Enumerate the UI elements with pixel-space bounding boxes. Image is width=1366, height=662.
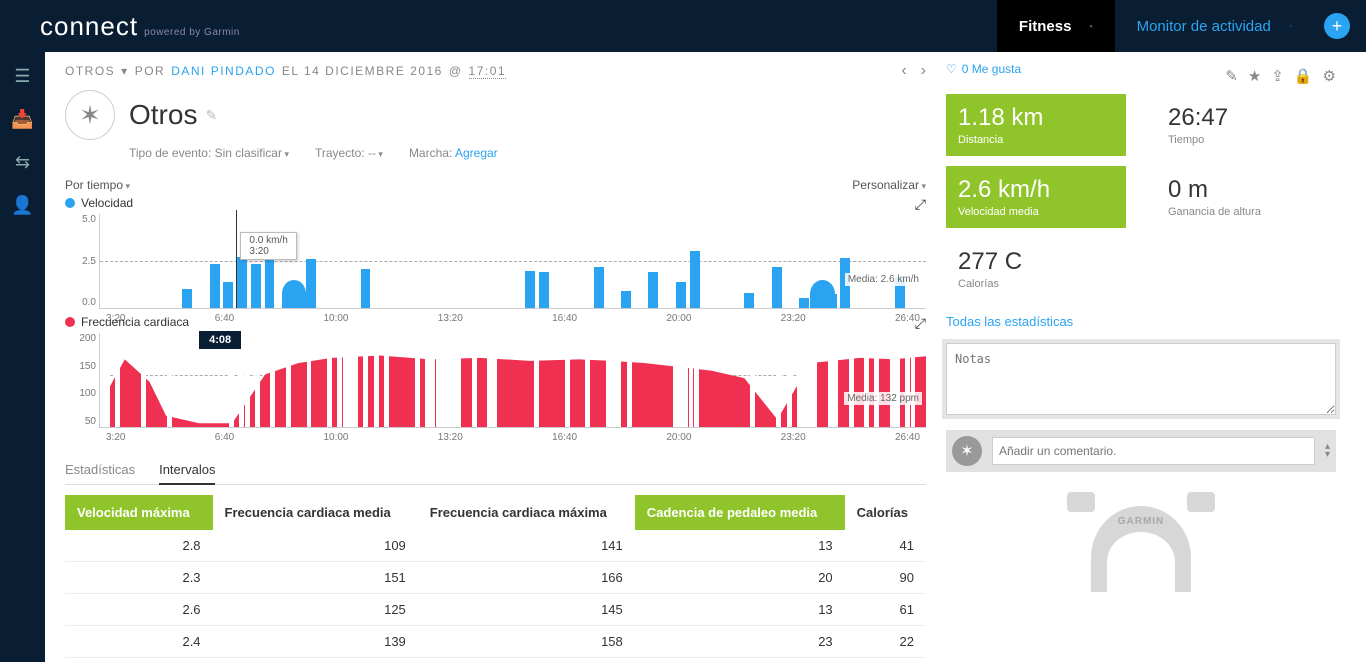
detail-tabs: Estadísticas Intervalos <box>65 456 926 485</box>
favorite-icon[interactable]: ★ <box>1248 67 1261 85</box>
activity-meta: Tipo de evento: Sin clasificar Trayecto:… <box>129 146 926 160</box>
left-rail: ☰ 📥 ⇆ 👤 <box>0 52 45 662</box>
plus-icon: + <box>1332 16 1343 37</box>
tab-fitness-label: Fitness <box>1019 18 1072 35</box>
speed-mean-label: Media: 2.6 km/h <box>845 273 922 286</box>
hr-legend-dot <box>65 317 75 327</box>
table-row: 2.61251451361 <box>65 594 926 626</box>
notes-textarea[interactable] <box>946 343 1336 415</box>
summary-stats: 1.18 km Distancia 26:47 Tiempo 2.6 km/h … <box>946 94 1336 300</box>
table-row: 2.41391582322 <box>65 626 926 658</box>
avatar-icon: ✶ <box>952 436 982 466</box>
comment-stepper[interactable]: ▴▾ <box>1325 443 1330 459</box>
col-4[interactable]: Calorías <box>845 495 926 530</box>
tab-fitness[interactable]: Fitness• <box>997 0 1115 52</box>
add-button[interactable]: + <box>1324 13 1350 39</box>
intervals-table: Velocidad máximaFrecuencia cardiaca medi… <box>65 495 926 658</box>
hr-time-tooltip: 4:08 <box>199 331 241 349</box>
edit-title-icon[interactable]: ✎ <box>205 107 217 124</box>
bc-time: 17:01 <box>469 64 507 79</box>
speed-bars <box>100 214 926 308</box>
event-type-dd[interactable]: Tipo de evento: Sin clasificar <box>129 146 289 160</box>
hr-x-labels: 3:206:4010:0013:2016:4020:0023:2026:40 <box>100 432 926 443</box>
bc-at: @ <box>449 64 463 78</box>
all-stats-link[interactable]: Todas las estadísticas <box>946 314 1073 329</box>
breadcrumb: OTROS ▾ POR DANI PINDADO EL 14 DICIEMBRE… <box>65 64 506 79</box>
bc-user-link[interactable]: DANI PINDADO <box>171 64 276 78</box>
stat-calories: 277 C Calorías <box>946 238 1126 300</box>
expand-speed-icon[interactable]: ⤢ <box>915 196 926 213</box>
like-button[interactable]: ♡ 0 Me gusta <box>946 62 1021 76</box>
activity-tools: ✎ ★ ⇪ 🔒 ⚙ <box>1225 67 1336 85</box>
hr-y-labels: 20015010050 <box>66 333 96 427</box>
tab-intervals[interactable]: Intervalos <box>159 456 215 485</box>
gear-add-link[interactable]: Agregar <box>455 146 498 160</box>
like-count: 0 Me gusta <box>962 62 1021 76</box>
bc-category: OTROS <box>65 64 115 78</box>
activity-nav: ‹ › <box>901 62 926 80</box>
menu-icon[interactable]: ☰ <box>14 66 30 87</box>
speed-legend-label: Velocidad <box>81 196 133 210</box>
col-1[interactable]: Frecuencia cardiaca media <box>213 495 418 530</box>
col-2[interactable]: Frecuencia cardiaca máxima <box>418 495 635 530</box>
brand-logo: connect powered by Garmin <box>40 11 240 42</box>
speed-legend-dot <box>65 198 75 208</box>
edit-icon[interactable]: ✎ <box>1225 67 1238 85</box>
stat-elev-gain: 0 m Ganancia de altura <box>1156 166 1336 228</box>
chart-customize-dd[interactable]: Personalizar <box>852 178 926 192</box>
gear-icon[interactable]: ⚙ <box>1323 67 1336 85</box>
chart-cursor-line <box>236 210 237 308</box>
share-icon[interactable]: ⇪ <box>1271 67 1284 85</box>
device-image: GARMIN <box>946 492 1336 592</box>
chart-heart-rate: Frecuencia cardiaca ⤢ 20015010050 4:08 M… <box>65 315 926 428</box>
comment-row: ✶ ▴▾ <box>946 430 1336 472</box>
col-3[interactable]: Cadencia de pedaleo media <box>635 495 845 530</box>
chart-xaxis-dd[interactable]: Por tiempo <box>65 178 130 192</box>
activity-title: Otros <box>129 99 197 131</box>
bc-by: POR <box>135 64 166 78</box>
next-activity-icon[interactable]: › <box>921 62 926 80</box>
intervals-table-wrap: Velocidad máximaFrecuencia cardiaca medi… <box>65 495 926 658</box>
speed-y-labels: 5.02.50.0 <box>66 214 96 308</box>
top-header: connect powered by Garmin Fitness• Monit… <box>0 0 1366 52</box>
table-row: 2.81091411341 <box>65 530 926 562</box>
expand-hr-icon[interactable]: ⤢ <box>915 315 926 332</box>
stat-avg-speed: 2.6 km/h Velocidad media <box>946 166 1126 228</box>
brand-subtext: powered by Garmin <box>144 27 240 38</box>
tab-activity-label: Monitor de actividad <box>1137 18 1271 35</box>
col-0[interactable]: Velocidad máxima <box>65 495 213 530</box>
stat-distance: 1.18 km Distancia <box>946 94 1126 156</box>
comment-input[interactable] <box>992 437 1315 465</box>
bc-date: EL 14 DICIEMBRE 2016 <box>282 64 443 78</box>
hr-legend-label: Frecuencia cardiaca <box>81 315 189 329</box>
connections-icon[interactable]: ⇆ <box>15 152 30 173</box>
prev-activity-icon[interactable]: ‹ <box>901 62 906 80</box>
speed-tooltip: 0.0 km/h 3:20 <box>240 232 296 260</box>
lock-icon[interactable]: 🔒 <box>1294 67 1313 85</box>
tab-statistics[interactable]: Estadísticas <box>65 456 135 484</box>
chart-speed: Velocidad ⤢ 5.02.50.0 0.0 km/h 3:20 Medi… <box>65 196 926 309</box>
stat-time: 26:47 Tiempo <box>1156 94 1336 156</box>
course-dd[interactable]: Trayecto: -- <box>315 146 383 160</box>
activity-type-icon: ✶ <box>65 90 115 140</box>
gear-label: Marcha: <box>409 146 452 160</box>
hr-mean-label: Media: 132 ppm <box>844 392 922 405</box>
inbox-icon[interactable]: 📥 <box>11 109 33 130</box>
brand-text: connect <box>40 11 138 42</box>
table-row: 2.31511662090 <box>65 562 926 594</box>
header-tabs: Fitness• Monitor de actividad• + <box>997 0 1356 52</box>
profile-icon[interactable]: 👤 <box>11 195 33 216</box>
heart-icon: ♡ <box>946 62 957 76</box>
tab-activity-monitor[interactable]: Monitor de actividad• <box>1115 0 1314 52</box>
